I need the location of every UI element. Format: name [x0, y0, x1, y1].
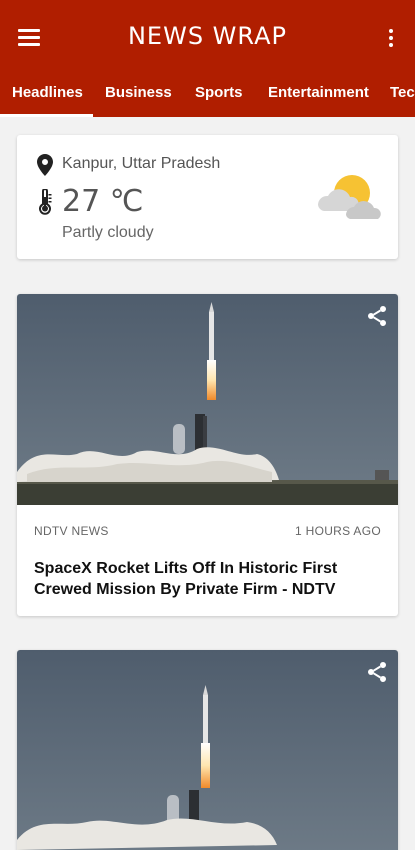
- share-icon[interactable]: [365, 660, 389, 684]
- category-tabs: Headlines Business Sports Entertainment …: [0, 74, 415, 117]
- tab-sports[interactable]: Sports: [195, 74, 243, 117]
- weather-location: Kanpur, Uttar Pradesh: [62, 155, 221, 172]
- tab-headlines[interactable]: Headlines: [12, 74, 83, 117]
- article-time: 1 HOURS AGO: [295, 524, 381, 538]
- news-card[interactable]: [17, 650, 398, 850]
- news-card[interactable]: NDTV NEWS 1 HOURS AGO SpaceX Rocket Lift…: [17, 294, 398, 616]
- share-icon[interactable]: [365, 304, 389, 328]
- selected-tab-indicator: [0, 114, 93, 117]
- tab-business[interactable]: Business: [105, 74, 172, 117]
- toolbar: NEWS WRAP: [0, 0, 415, 74]
- rocket-launch-image: [17, 650, 398, 850]
- temperature-value: 27 ℃: [62, 184, 144, 219]
- weather-card[interactable]: Kanpur, Uttar Pradesh 27 ℃ Partly cloudy: [17, 135, 398, 259]
- app-bar: NEWS WRAP Headlines Business Sports Ente…: [0, 0, 415, 117]
- more-options-icon[interactable]: [386, 27, 396, 49]
- article-headline[interactable]: SpaceX Rocket Lifts Off In Historic Firs…: [34, 558, 384, 600]
- location-pin-icon: [37, 154, 53, 176]
- app-title: NEWS WRAP: [127, 22, 288, 50]
- tab-entertainment[interactable]: Entertainment: [268, 74, 369, 117]
- weather-condition: Partly cloudy: [62, 224, 154, 241]
- rocket-launch-image: [17, 294, 398, 505]
- tab-tech[interactable]: Tech: [390, 74, 415, 117]
- partly-cloudy-icon: [317, 175, 381, 219]
- thermometer-icon: [39, 189, 52, 215]
- article-source: NDTV NEWS: [34, 524, 109, 538]
